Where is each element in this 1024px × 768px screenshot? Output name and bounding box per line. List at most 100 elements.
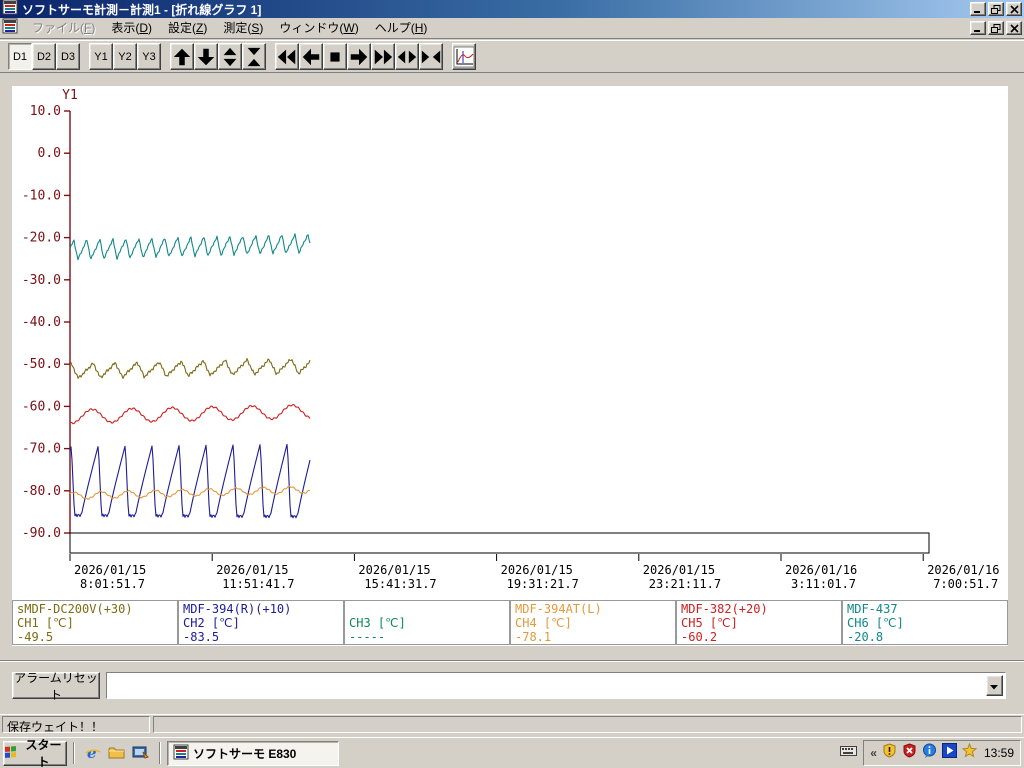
window-title: ソフトサーモ計測－計測1 - [折れ線グラフ 1] [22, 2, 262, 17]
svg-text:11:51:41.7: 11:51:41.7 [222, 577, 294, 591]
left-arrow-icon [300, 46, 322, 68]
channel-legend: sMDF-DC200V(+30) CH1 [℃] -49.5 MDF-394(R)(+… [12, 600, 1008, 645]
taskbar-clock: 13:59 [983, 746, 1014, 760]
toolbar-button-stop[interactable] [323, 43, 347, 70]
svg-text:19:31:21.7: 19:31:21.7 [507, 577, 579, 591]
legend-cell-ch5: MDF-382(+20) CH5 [℃] -60.2 [676, 600, 842, 645]
svg-text:-80.0: -80.0 [22, 484, 61, 499]
taskbar-app-button[interactable]: ソフトサーモ E830 [167, 740, 339, 766]
expand-vertical-icon [219, 46, 241, 68]
series-line-ch2 [69, 443, 311, 519]
toolbar-button-d2[interactable]: D2 [32, 43, 56, 70]
channel-id-unit: CH3 [℃] [349, 616, 406, 630]
security-warning-shield-icon[interactable] [882, 743, 897, 763]
compress-vertical-icon [243, 46, 265, 68]
toolbar-button-pan-down[interactable] [194, 43, 218, 70]
star-icon[interactable] [961, 742, 978, 763]
channel-value: ----- [349, 630, 386, 644]
right-arrow-icon [348, 46, 370, 68]
toolbar-button-step-back[interactable] [299, 43, 323, 70]
legend-cell-ch4: MDF-394AT(L) CH4 [℃] -78.1 [510, 600, 676, 645]
internet-explorer-icon[interactable]: e [83, 743, 103, 763]
channel-name: MDF-394AT(L) [515, 602, 602, 616]
series-line-ch5 [69, 403, 311, 425]
toolbar-button-expand-horizontal[interactable] [395, 43, 419, 70]
menu-s[interactable]: 測定(S) [215, 19, 271, 37]
menu-z[interactable]: 設定(Z) [160, 19, 215, 37]
line-chart: Y110.0 0.0 -10.0 -20.0 -30.0 -40.0 -50.0 -60.0 -… [22, 88, 1000, 591]
collapse-chevron-icon[interactable]: « [870, 746, 877, 760]
toolbar-button-compress-horizontal[interactable] [419, 43, 443, 70]
titlebar: ソフトサーモ計測－計測1 - [折れ線グラフ 1] [0, 0, 1024, 18]
toolbar-button-y2[interactable]: Y2 [113, 43, 137, 70]
channel-id-unit: CH1 [℃] [17, 616, 74, 630]
toolbar-button-y1[interactable]: Y1 [89, 43, 113, 70]
panel-divider [0, 660, 1024, 662]
minimize-button[interactable] [970, 2, 986, 16]
toolbar-button-jump-end[interactable] [371, 43, 395, 70]
series-line-ch6 [69, 233, 311, 261]
svg-text:e: e [87, 744, 97, 762]
app-icon [173, 744, 189, 763]
start-button[interactable]: スタート [3, 738, 67, 768]
toolbar-group: Y1 Y2 Y3 [89, 43, 161, 70]
y-axis-label: Y1 [62, 88, 78, 103]
system-tray: « 13:59 [863, 740, 1021, 766]
svg-text:3:11:01.7: 3:11:01.7 [791, 577, 856, 591]
toolbar-button-pan-up[interactable] [170, 43, 194, 70]
double-left-arrow-icon [276, 46, 298, 68]
show-desktop-icon[interactable] [131, 743, 151, 763]
keyboard-icon[interactable] [840, 744, 858, 762]
svg-text:8:01:51.7: 8:01:51.7 [80, 577, 145, 591]
toolbar-group [452, 43, 476, 70]
double-right-arrow-icon [372, 46, 394, 68]
security-error-shield-icon[interactable] [902, 743, 917, 763]
close-button[interactable] [1006, 2, 1022, 16]
channel-name [349, 602, 505, 616]
channel-id-unit: CH6 [℃] [847, 616, 904, 630]
status-panel-right [153, 715, 1022, 733]
combobox-dropdown-button[interactable] [986, 675, 1003, 696]
toolbar-button-step-forward[interactable] [347, 43, 371, 70]
menubar: ファイル(F) 表示(D) 設定(Z) 測定(S) ウィンドウ(W) ヘルプ(H) [0, 18, 1024, 39]
child-minimize-button[interactable] [970, 21, 986, 35]
channel-id-unit: CH2 [℃] [183, 616, 240, 630]
toolbar-group [170, 43, 266, 70]
taskbar: スタート e ソフトサーモ E830 « 13:59 [0, 737, 1024, 768]
media-play-icon[interactable] [941, 743, 957, 763]
toolbar-button-expand-vertical[interactable] [218, 43, 242, 70]
line-graph-icon [453, 46, 475, 68]
menu-h[interactable]: ヘルプ(H) [367, 19, 436, 37]
info-balloon-icon[interactable] [922, 743, 937, 763]
restore-button[interactable] [988, 2, 1004, 16]
toolbar-button-d1[interactable]: D1 [8, 43, 32, 70]
toolbar-button-graph-settings[interactable] [452, 43, 476, 70]
child-close-button[interactable] [1006, 21, 1022, 35]
start-button-label: スタート [25, 738, 62, 768]
alarm-reset-button[interactable]: アラームリセット [12, 671, 100, 702]
channel-id-unit: CH5 [℃] [681, 616, 738, 630]
svg-text:-90.0: -90.0 [22, 526, 61, 541]
svg-text:-10.0: -10.0 [22, 188, 61, 203]
expand-horizontal-icon [396, 46, 418, 68]
alarm-combobox[interactable] [106, 672, 1006, 699]
statusbar: 保存ウェイト！！ [0, 714, 1024, 733]
svg-text:15:41:31.7: 15:41:31.7 [364, 577, 436, 591]
alarm-combobox-value[interactable] [107, 673, 1005, 698]
svg-text:0.0: 0.0 [38, 146, 61, 161]
svg-text:-70.0: -70.0 [22, 442, 61, 457]
svg-text:2026/01/16: 2026/01/16 [927, 563, 999, 577]
toolbar-button-y3[interactable]: Y3 [137, 43, 161, 70]
legend-cell-ch2: MDF-394(R)(+10) CH2 [℃] -83.5 [178, 600, 344, 645]
toolbar-button-jump-start[interactable] [275, 43, 299, 70]
up-arrow-icon [171, 46, 193, 68]
folder-icon[interactable] [107, 743, 127, 763]
toolbar-button-compress-vertical[interactable] [242, 43, 266, 70]
menu-w[interactable]: ウィンドウ(W) [271, 19, 366, 37]
menu-d[interactable]: 表示(D) [103, 19, 160, 37]
legend-cell-ch1: sMDF-DC200V(+30) CH1 [℃] -49.5 [12, 600, 178, 645]
channel-name: MDF-437 [847, 602, 898, 616]
taskbar-app-label: ソフトサーモ E830 [193, 746, 297, 761]
child-restore-button[interactable] [988, 21, 1004, 35]
toolbar-button-d3[interactable]: D3 [56, 43, 80, 70]
